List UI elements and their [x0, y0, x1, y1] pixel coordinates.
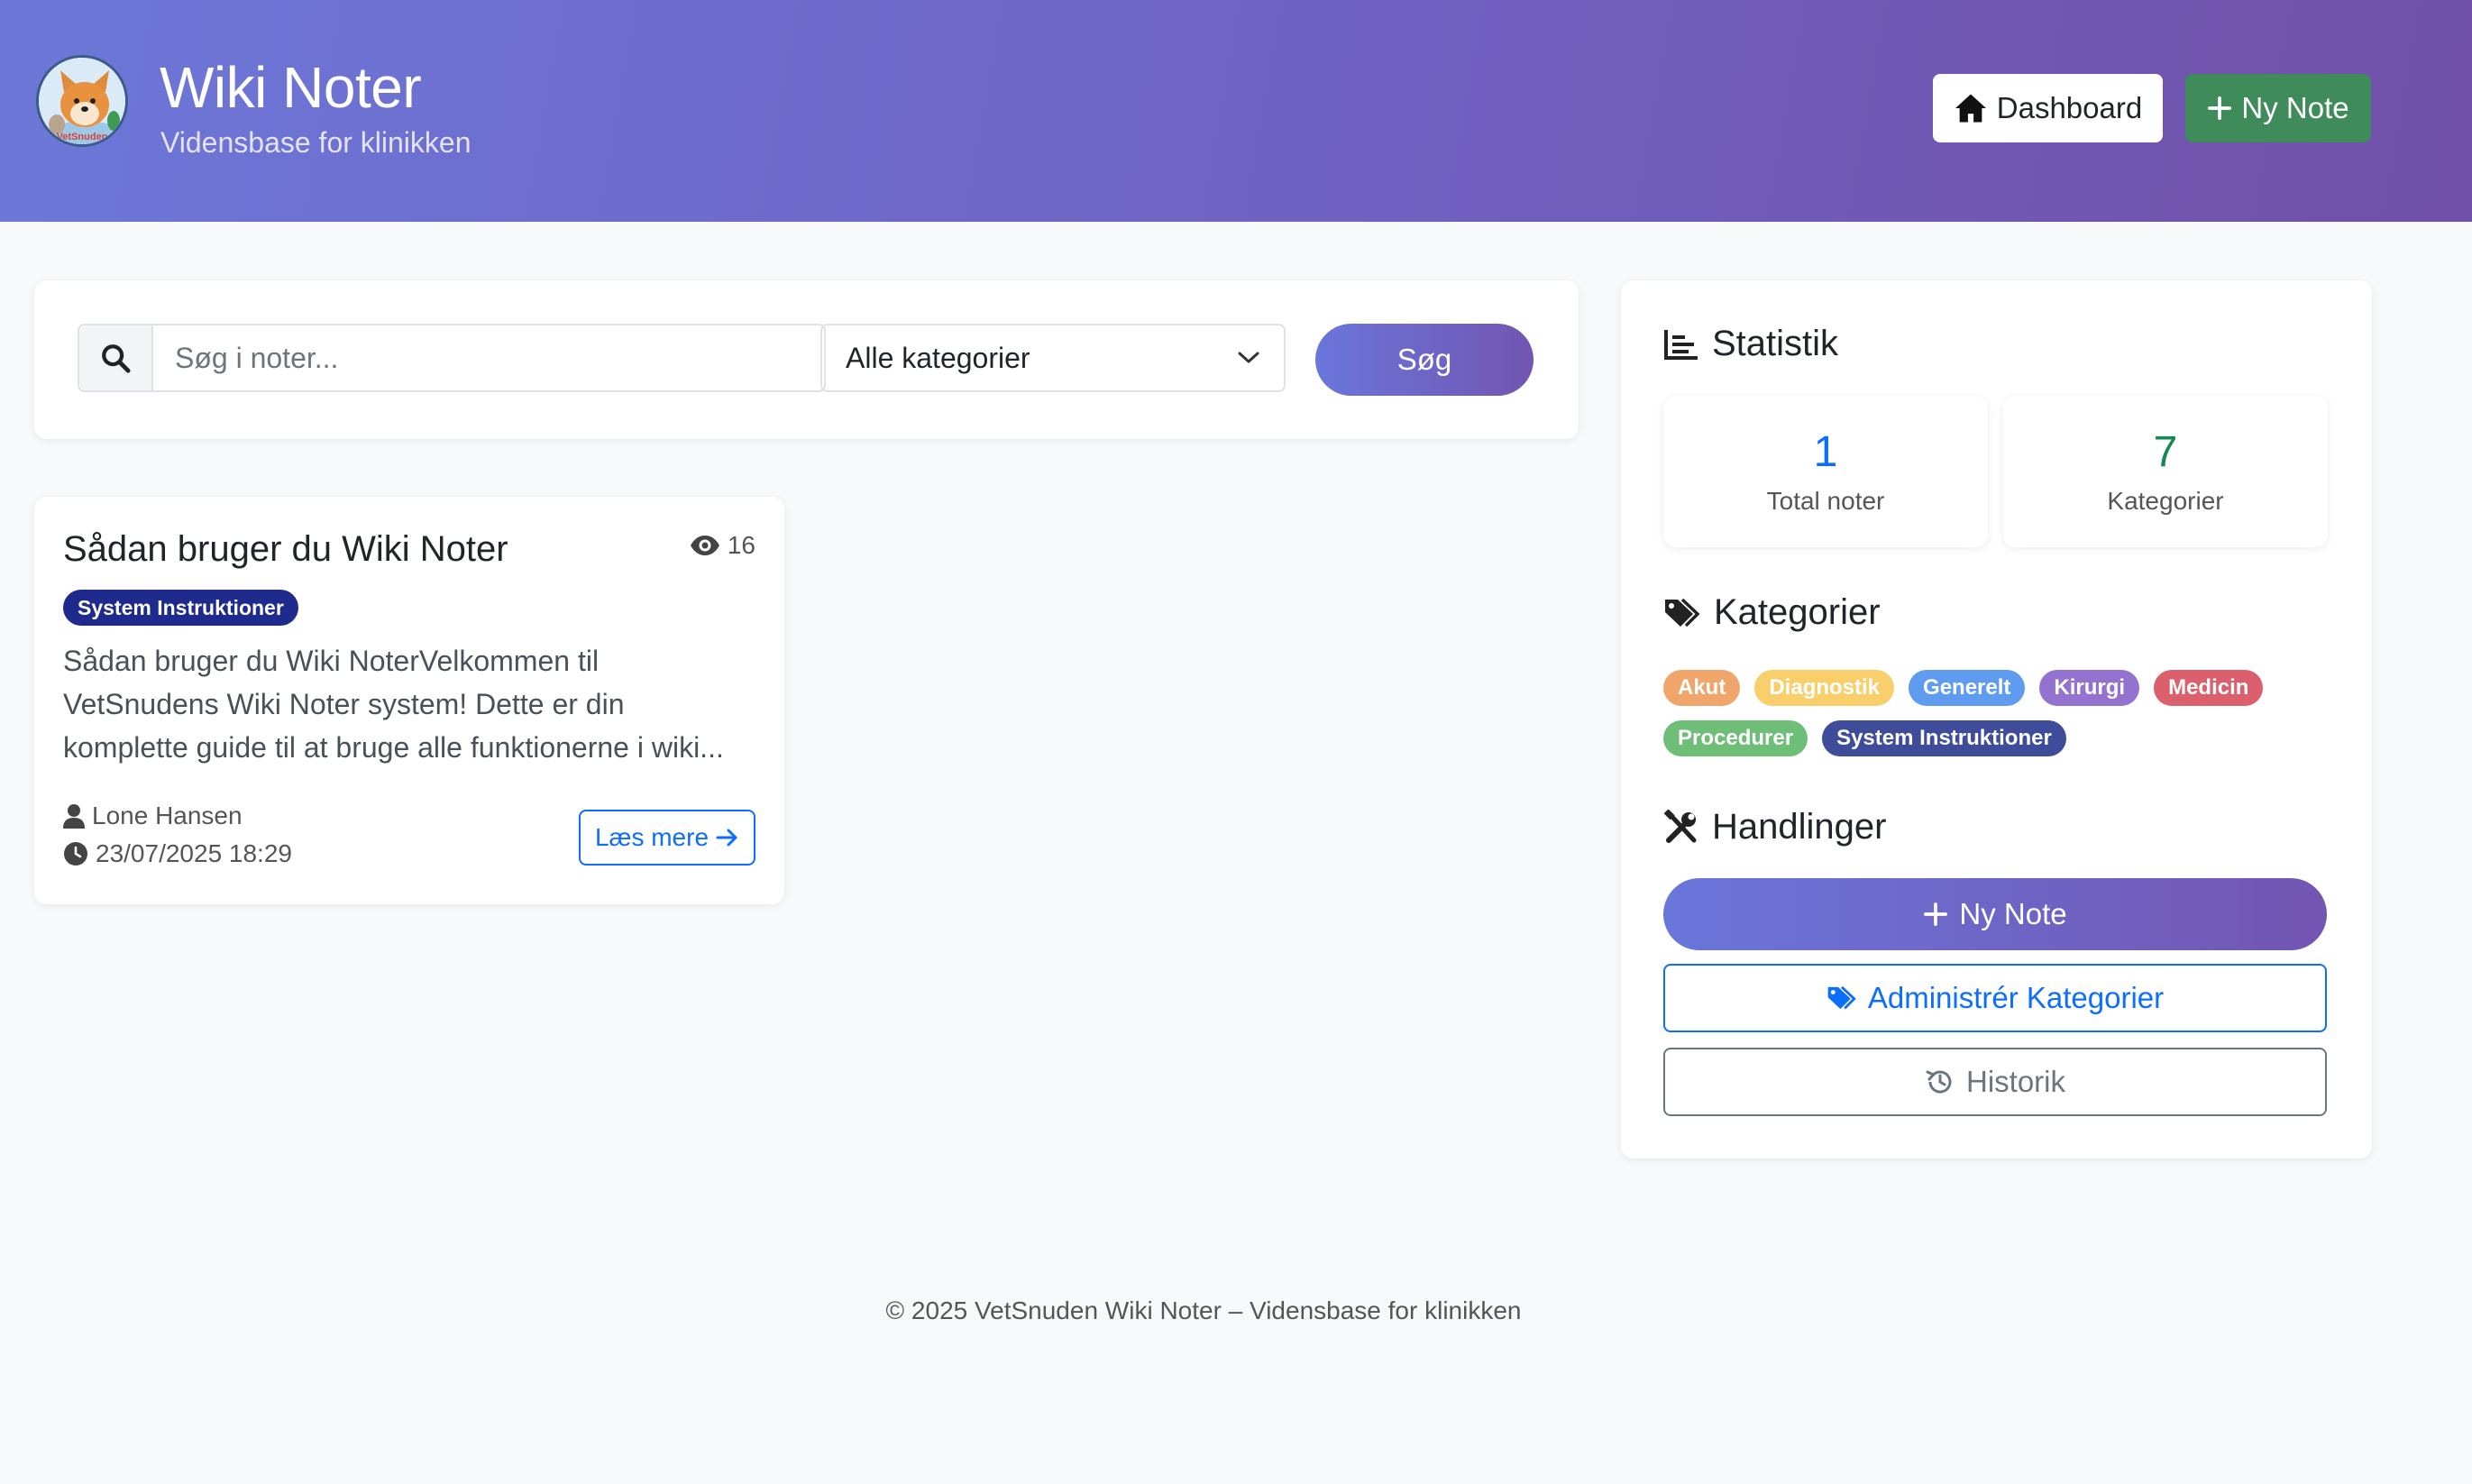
category-tag-procedurer[interactable]: Procedurer: [1663, 720, 1808, 756]
search-field-group: [78, 324, 826, 392]
app-title: Wiki Noter: [160, 55, 422, 120]
category-tag-generelt[interactable]: Generelt: [1909, 670, 2026, 706]
new-note-header-button[interactable]: Ny Note: [2185, 74, 2371, 142]
note-excerpt: Sådan bruger du Wiki NoterVelkommen til …: [63, 639, 766, 769]
read-more-button[interactable]: Læs mere: [579, 810, 755, 866]
note-card[interactable]: Sådan bruger du Wiki Noter 16 System Ins…: [34, 497, 784, 904]
category-tag-kirurgi[interactable]: Kirurgi: [2039, 670, 2140, 706]
dashboard-button-label: Dashboard: [1996, 91, 2143, 124]
clinic-logo[interactable]: VetSnuden: [36, 55, 128, 147]
stat-categories-value: 7: [2153, 428, 2178, 476]
category-tag-system-instruktioner[interactable]: System Instruktioner: [1822, 720, 2066, 756]
history-button[interactable]: Historik: [1663, 1048, 2327, 1116]
chevron-down-icon: [1238, 352, 1259, 363]
category-tag-medicin[interactable]: Medicin: [2154, 670, 2264, 706]
clock-icon: [64, 842, 87, 866]
category-tag-akut[interactable]: Akut: [1663, 670, 1741, 706]
stats-heading-label: Statistik: [1712, 324, 1839, 363]
note-excerpt-line: komplette guide til at bruge alle funkti…: [63, 731, 724, 764]
categories-heading: Kategorier: [1663, 592, 1881, 633]
note-excerpt-line: VetSnudens Wiki Noter system! Dette er d…: [63, 688, 625, 720]
category-tag-list: Akut Diagnostik Generelt Kirurgi Medicin…: [1663, 670, 2330, 756]
search-button[interactable]: Søg: [1315, 324, 1534, 396]
manage-categories-button[interactable]: Administrér Kategorier: [1663, 964, 2327, 1032]
home-icon: [1955, 94, 1986, 123]
stat-total-notes-value: 1: [1813, 428, 1838, 476]
search-icon: [79, 325, 153, 390]
category-select-value: Alle kategorier: [846, 341, 1030, 374]
view-count: 16: [690, 531, 755, 560]
read-more-label: Læs mere: [594, 823, 710, 851]
arrow-right-icon: [716, 829, 737, 847]
stat-categories-label: Kategorier: [2107, 487, 2224, 515]
plus-icon: [1924, 902, 1948, 927]
categories-heading-label: Kategorier: [1714, 592, 1881, 632]
stats-heading: Statistik: [1663, 324, 1838, 364]
search-panel: Alle kategorier Søg: [34, 280, 1579, 439]
note-excerpt-line: Sådan bruger du Wiki NoterVelkommen til: [63, 645, 600, 677]
dashboard-button[interactable]: Dashboard: [1933, 74, 2163, 142]
logo-text: VetSnuden: [56, 132, 108, 142]
new-note-button-label: Ny Note: [1959, 897, 2067, 930]
actions-heading-label: Handlinger: [1712, 807, 1887, 847]
stat-categories: 7 Kategorier: [2003, 396, 2328, 547]
new-note-button[interactable]: Ny Note: [1663, 878, 2327, 950]
note-author-name: Lone Hansen: [92, 802, 243, 829]
new-note-header-label: Ny Note: [2241, 91, 2349, 124]
category-select[interactable]: Alle kategorier: [820, 324, 1286, 392]
top-header: VetSnuden Wiki Noter Vidensbase for klin…: [0, 0, 2472, 222]
tags-icon: [1665, 598, 1700, 627]
note-date-value: 23/07/2025 18:29: [96, 839, 292, 867]
sidebar-panel: Statistik 1 Total noter 7 Kategorier Kat…: [1621, 280, 2372, 1159]
note-author: Lone Hansen: [63, 802, 243, 830]
note-date: 23/07/2025 18:29: [63, 839, 292, 868]
search-input[interactable]: [153, 325, 824, 390]
actions-heading: Handlinger: [1663, 807, 1886, 847]
view-count-value: 16: [727, 531, 755, 559]
history-label: Historik: [1965, 1065, 2065, 1098]
category-tag-diagnostik[interactable]: Diagnostik: [1754, 670, 1895, 706]
user-icon: [63, 804, 85, 829]
note-category-badge: System Instruktioner: [63, 590, 298, 626]
stat-total-notes-label: Total noter: [1766, 487, 1885, 515]
chart-icon: [1664, 329, 1698, 360]
footer-text: © 2025 VetSnuden Wiki Noter – Vidensbase…: [885, 1296, 1522, 1324]
tools-icon: [1663, 809, 1697, 843]
plus-icon: [2208, 96, 2232, 121]
stat-total-notes: 1 Total noter: [1663, 396, 1988, 547]
tags-icon: [1827, 985, 1856, 1010]
eye-icon: [690, 536, 719, 555]
app-subtitle: Vidensbase for klinikken: [160, 126, 472, 159]
note-title[interactable]: Sådan bruger du Wiki Noter: [63, 529, 508, 570]
manage-categories-label: Administrér Kategorier: [1867, 981, 2165, 1014]
history-icon: [1926, 1070, 1952, 1094]
